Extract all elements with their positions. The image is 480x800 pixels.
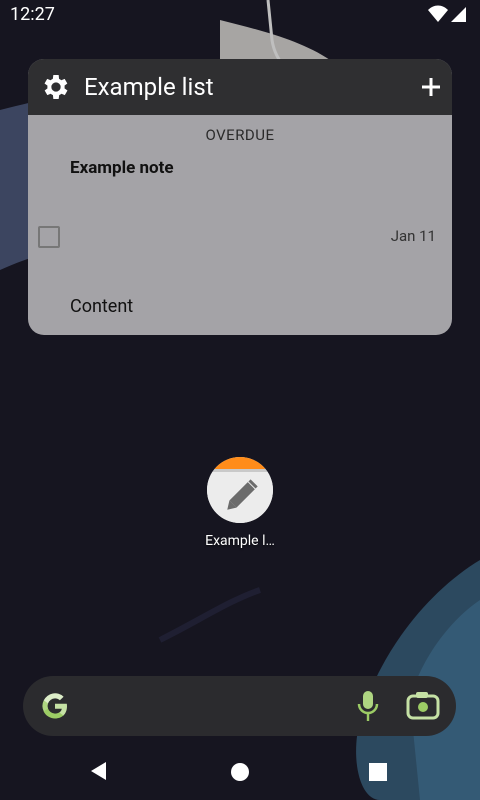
note-title[interactable]: Example note [70, 158, 174, 178]
camera-lens-icon[interactable] [406, 690, 440, 722]
back-triangle-icon[interactable] [88, 760, 110, 782]
home-circle-icon[interactable] [230, 762, 250, 782]
gear-icon[interactable] [40, 71, 72, 103]
widget-header: Example list [28, 59, 452, 115]
status-icons [428, 5, 466, 23]
status-bar: 12:27 [0, 0, 480, 28]
note-content[interactable]: Content [70, 296, 133, 317]
app-shortcut-icon[interactable] [207, 457, 273, 523]
status-time: 12:27 [10, 4, 55, 25]
system-nav-bar [0, 744, 480, 800]
google-g-icon [42, 693, 67, 719]
note-due-date: Jan 11 [390, 227, 436, 245]
app-shortcut-label[interactable]: Example l… [185, 533, 295, 549]
section-header-overdue: OVERDUE [205, 126, 275, 144]
plus-icon[interactable] [420, 76, 442, 98]
wifi-icon [428, 5, 448, 22]
recents-square-icon[interactable] [369, 763, 387, 781]
note-checkbox[interactable] [38, 226, 60, 248]
list-widget: Example list OVERDUE Example note Jan 11… [28, 59, 452, 335]
signal-icon [451, 7, 466, 22]
mic-icon[interactable] [356, 690, 380, 722]
notes-app-icon [207, 457, 273, 523]
google-search-bar[interactable] [23, 676, 456, 736]
widget-title[interactable]: Example list [84, 73, 214, 101]
